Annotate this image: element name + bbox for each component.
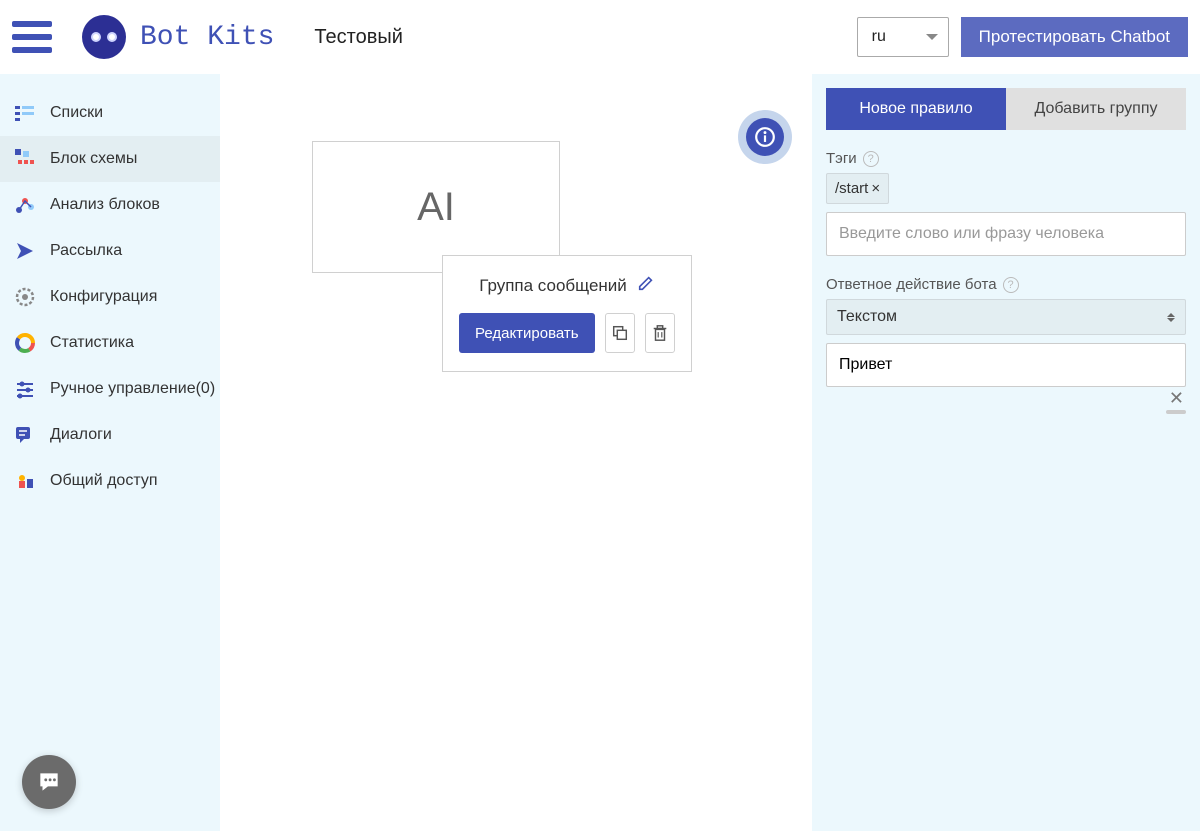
analysis-icon — [14, 194, 36, 216]
test-chatbot-button[interactable]: Протестировать Chatbot — [961, 17, 1188, 57]
share-icon — [14, 470, 36, 492]
sidebar-item-manual[interactable]: Ручное управление(0) — [0, 366, 220, 412]
action-value: Текстом — [837, 308, 897, 326]
action-select[interactable]: Текстом — [826, 299, 1186, 335]
edit-button[interactable]: Редактировать — [459, 313, 595, 353]
sidebar-item-label: Блок схемы — [50, 150, 137, 168]
sidebar-item-mailing[interactable]: Рассылка — [0, 228, 220, 274]
sidebar-item-stats[interactable]: Статистика — [0, 320, 220, 366]
language-value: ru — [872, 28, 886, 46]
tag-chip[interactable]: /start × — [826, 173, 889, 204]
chevron-down-icon — [926, 34, 938, 40]
help-icon[interactable]: ? — [863, 151, 879, 167]
action-label: Ответное действие бота — [826, 276, 997, 293]
brand-text: Bot Kits — [140, 22, 274, 53]
chat-icon — [36, 769, 62, 795]
help-icon[interactable]: ? — [1003, 277, 1019, 293]
info-icon — [746, 118, 784, 156]
sidebar-item-label: Ручное управление(0) — [50, 380, 215, 398]
tab-add-group[interactable]: Добавить группу — [1006, 88, 1186, 130]
logo-icon — [82, 15, 126, 59]
stats-icon — [14, 332, 36, 354]
block-label: AI — [417, 185, 455, 230]
remove-tag-icon[interactable]: × — [871, 180, 880, 197]
gear-icon — [14, 286, 36, 308]
phrase-input[interactable] — [826, 212, 1186, 256]
language-select[interactable]: ru — [857, 17, 949, 57]
send-icon — [14, 240, 36, 262]
rule-panel: Новое правило Добавить группу Тэги ? /st… — [812, 74, 1200, 831]
sidebar-item-lists[interactable]: Списки — [0, 90, 220, 136]
hamburger-menu[interactable] — [12, 17, 52, 57]
sidebar-item-label: Рассылка — [50, 242, 122, 260]
chat-fab-button[interactable] — [22, 755, 76, 809]
dialog-icon — [14, 424, 36, 446]
list-icon — [14, 102, 36, 124]
sidebar-item-label: Диалоги — [50, 426, 112, 444]
sidebar-item-label: Конфигурация — [50, 288, 157, 306]
tab-new-rule[interactable]: Новое правило — [826, 88, 1006, 130]
tags-label: Тэги — [826, 150, 857, 167]
response-input[interactable] — [826, 343, 1186, 387]
sidebar-item-label: Статистика — [50, 334, 134, 352]
sidebar-item-analysis[interactable]: Анализ блоков — [0, 182, 220, 228]
sidebar-item-label: Общий доступ — [50, 472, 158, 490]
sidebar-item-config[interactable]: Конфигурация — [0, 274, 220, 320]
info-button[interactable] — [738, 110, 792, 164]
sidebar-item-block-schemes[interactable]: Блок схемы — [0, 136, 220, 182]
delete-button[interactable] — [645, 313, 675, 353]
close-icon[interactable]: ✕ — [1169, 388, 1184, 409]
drag-handle[interactable] — [1166, 410, 1186, 414]
pencil-icon[interactable] — [637, 274, 655, 297]
sidebar-item-dialogs[interactable]: Диалоги — [0, 412, 220, 458]
copy-button[interactable] — [605, 313, 635, 353]
message-group-block[interactable]: Группа сообщений Редактировать — [442, 255, 692, 372]
sidebar-item-share[interactable]: Общий доступ — [0, 458, 220, 504]
group-title: Группа сообщений — [479, 276, 627, 296]
sliders-icon — [14, 378, 36, 400]
ai-block[interactable]: AI — [312, 141, 560, 273]
sidebar: Списки Блок схемы Анализ блоков Рассылка… — [0, 74, 220, 831]
blocks-icon — [14, 148, 36, 170]
brand-logo[interactable]: Bot Kits — [82, 15, 274, 59]
sidebar-item-label: Списки — [50, 104, 103, 122]
project-name: Тестовый — [314, 26, 402, 49]
tag-text: /start — [835, 180, 868, 197]
sidebar-item-label: Анализ блоков — [50, 196, 160, 214]
select-caret-icon — [1167, 313, 1175, 322]
flow-canvas[interactable]: AI Группа сообщений Редактировать — [220, 74, 812, 831]
